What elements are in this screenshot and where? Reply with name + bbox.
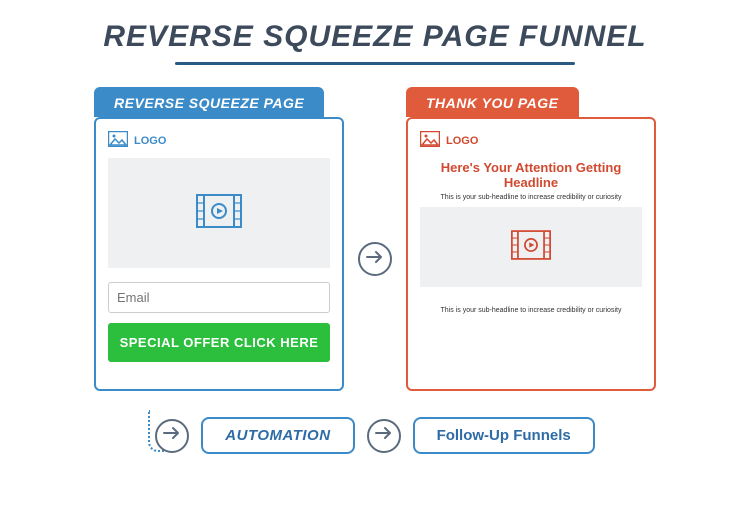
arrow-right-icon <box>366 250 384 269</box>
video-placeholder <box>420 207 642 287</box>
squeeze-page-card: LOGO SPECIAL OFFER CLICK HERE <box>94 117 344 391</box>
cta-button[interactable]: SPECIAL OFFER CLICK HERE <box>108 323 330 362</box>
page-title: REVERSE SQUEEZE PAGE FUNNEL <box>0 20 750 54</box>
arrow-right-icon <box>375 426 393 445</box>
image-icon <box>420 131 440 150</box>
thankyou-page-card: LOGO Here's Your Attention Getting Headl… <box>406 117 656 391</box>
logo-label: LOGO <box>134 135 166 147</box>
sub-headline-top: This is your sub-headline to increase cr… <box>420 194 642 201</box>
video-icon <box>196 194 242 233</box>
video-icon <box>511 230 551 265</box>
logo-row: LOGO <box>420 131 642 150</box>
arrow-to-thankyou <box>358 242 392 276</box>
squeeze-page-column: REVERSE SQUEEZE PAGE LOGO SPECIAL OFFER … <box>94 87 344 391</box>
arrow-to-automation <box>155 419 189 453</box>
followup-funnels-pill: Follow-Up Funnels <box>413 417 595 454</box>
logo-label: LOGO <box>446 135 478 147</box>
logo-row: LOGO <box>108 131 330 150</box>
sub-headline-bottom: This is your sub-headline to increase cr… <box>420 307 642 314</box>
email-field[interactable] <box>108 282 330 313</box>
automation-pill: AUTOMATION <box>201 417 354 454</box>
arrow-to-followup <box>367 419 401 453</box>
attention-headline: Here's Your Attention Getting Headline <box>420 160 642 190</box>
title-underline <box>175 62 575 65</box>
video-placeholder <box>108 158 330 268</box>
squeeze-page-tab: REVERSE SQUEEZE PAGE <box>94 87 324 117</box>
image-icon <box>108 131 128 150</box>
thankyou-page-tab: THANK YOU PAGE <box>406 87 579 117</box>
thankyou-page-column: THANK YOU PAGE LOGO Here's Your Attentio… <box>406 87 656 391</box>
arrow-right-icon <box>163 426 181 445</box>
